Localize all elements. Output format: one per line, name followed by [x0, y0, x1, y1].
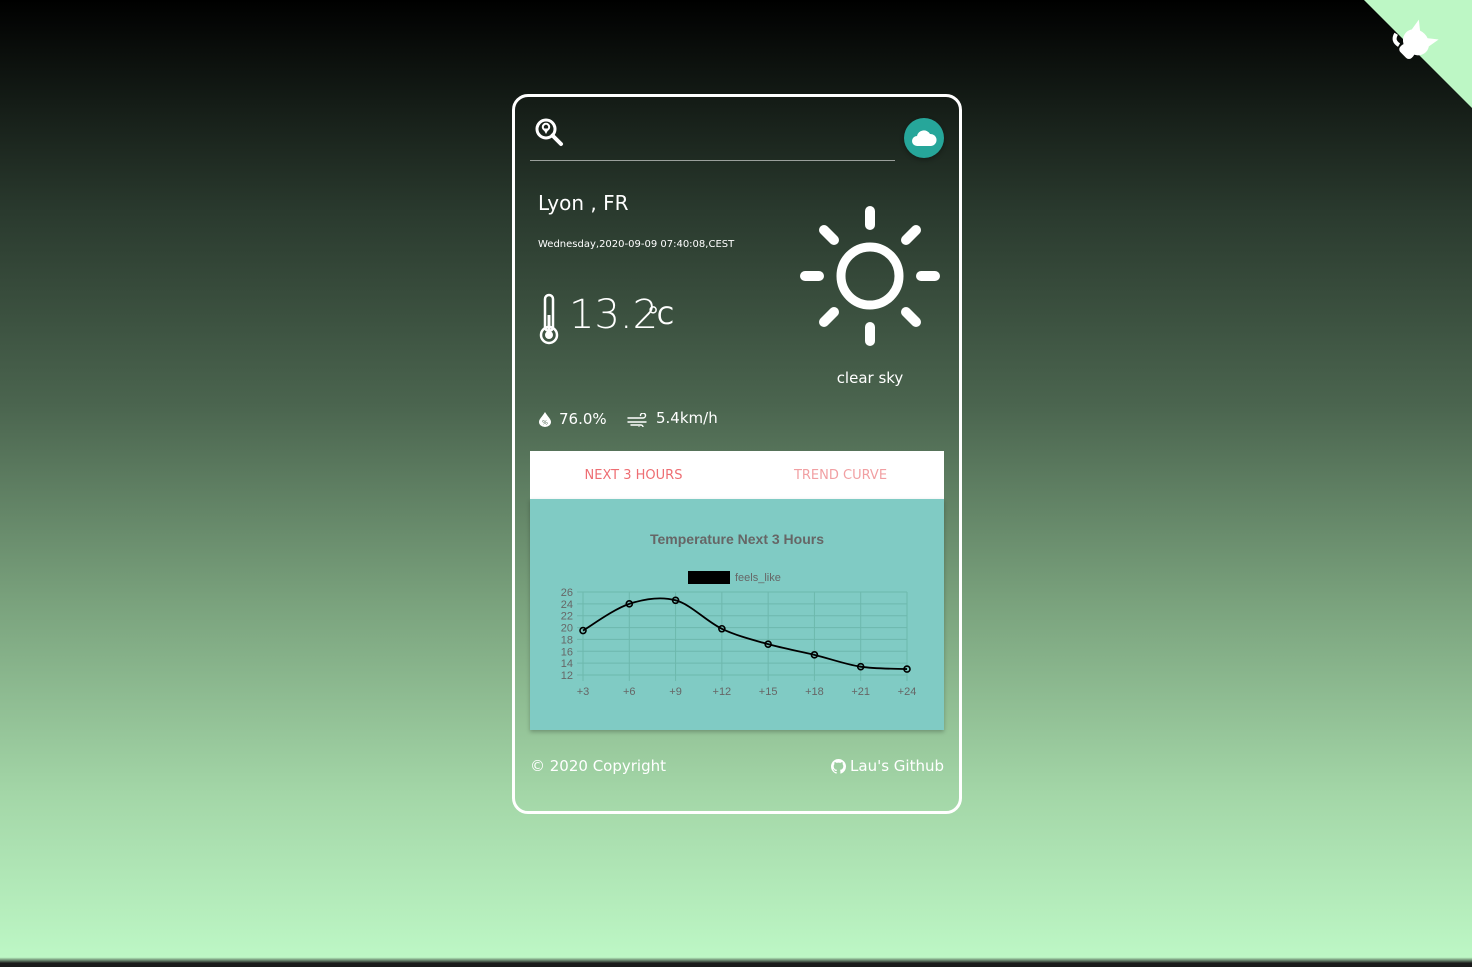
- weather-button[interactable]: [904, 118, 944, 158]
- x-tick-label: +24: [898, 686, 917, 698]
- y-tick-label: 26: [561, 587, 573, 599]
- y-tick-label: 24: [561, 599, 573, 611]
- chart-title: Temperature Next 3 Hours: [650, 531, 824, 547]
- y-tick-label: 20: [561, 623, 573, 635]
- legend-label: feels_like: [735, 572, 781, 584]
- temperature-unit: ℃: [647, 302, 674, 330]
- github-corner[interactable]: [1364, 0, 1472, 108]
- wind-icon: [627, 413, 647, 427]
- x-tick-label: +18: [805, 686, 824, 698]
- series-line-feels-like: [582, 597, 908, 670]
- tab-next-3-hours[interactable]: Next 3 hours: [530, 451, 737, 499]
- forecast-tabs: Next 3 hours Trend curve: [530, 451, 944, 499]
- weather-card: Lyon , FR Wednesday,2020-09-09 07:40:08,…: [512, 94, 962, 814]
- y-tick-label: 14: [561, 658, 573, 670]
- x-tick-label: +15: [759, 686, 778, 698]
- x-tick-label: +3: [577, 686, 590, 698]
- github-link[interactable]: Lau's Github: [831, 757, 944, 775]
- local-datetime: Wednesday,2020-09-09 07:40:08,CEST: [538, 239, 735, 250]
- y-tick-label: 16: [561, 646, 573, 658]
- city-name: Lyon , FR: [538, 191, 629, 215]
- github-icon: [831, 758, 847, 774]
- temperature-chart: Temperature Next 3 Hours feels_like 1214…: [561, 531, 917, 698]
- search-location-icon[interactable]: [534, 117, 564, 147]
- cloud-icon: [912, 130, 937, 146]
- search-bar: [530, 115, 895, 161]
- x-tick-label: +6: [623, 686, 636, 698]
- x-tick-label: +21: [851, 686, 870, 698]
- weather-condition: clear sky: [836, 369, 904, 387]
- search-input[interactable]: [574, 115, 884, 155]
- tab-trend-curve[interactable]: Trend curve: [737, 451, 944, 499]
- svg-text:%: %: [542, 420, 548, 427]
- copyright-text: © 2020 Copyright: [530, 757, 667, 775]
- x-tick-label: +9: [669, 686, 682, 698]
- y-tick-label: 12: [561, 670, 573, 682]
- github-link-label: Lau's Github: [850, 757, 944, 775]
- current-temperature: 13.2: [569, 292, 659, 338]
- humidity-drop-icon: %: [539, 412, 551, 427]
- thermometer-icon: [539, 293, 559, 345]
- humidity-value: 76.0%: [559, 410, 607, 428]
- wind-speed: 5.4km/h: [656, 409, 718, 427]
- legend-swatch: [688, 571, 730, 584]
- x-tick-label: +12: [713, 686, 732, 698]
- y-tick-label: 18: [561, 634, 573, 646]
- sun-icon: [800, 206, 940, 346]
- chart-panel: Temperature Next 3 Hours feels_like 12 14…: [530, 499, 944, 730]
- y-tick-label: 22: [561, 611, 573, 623]
